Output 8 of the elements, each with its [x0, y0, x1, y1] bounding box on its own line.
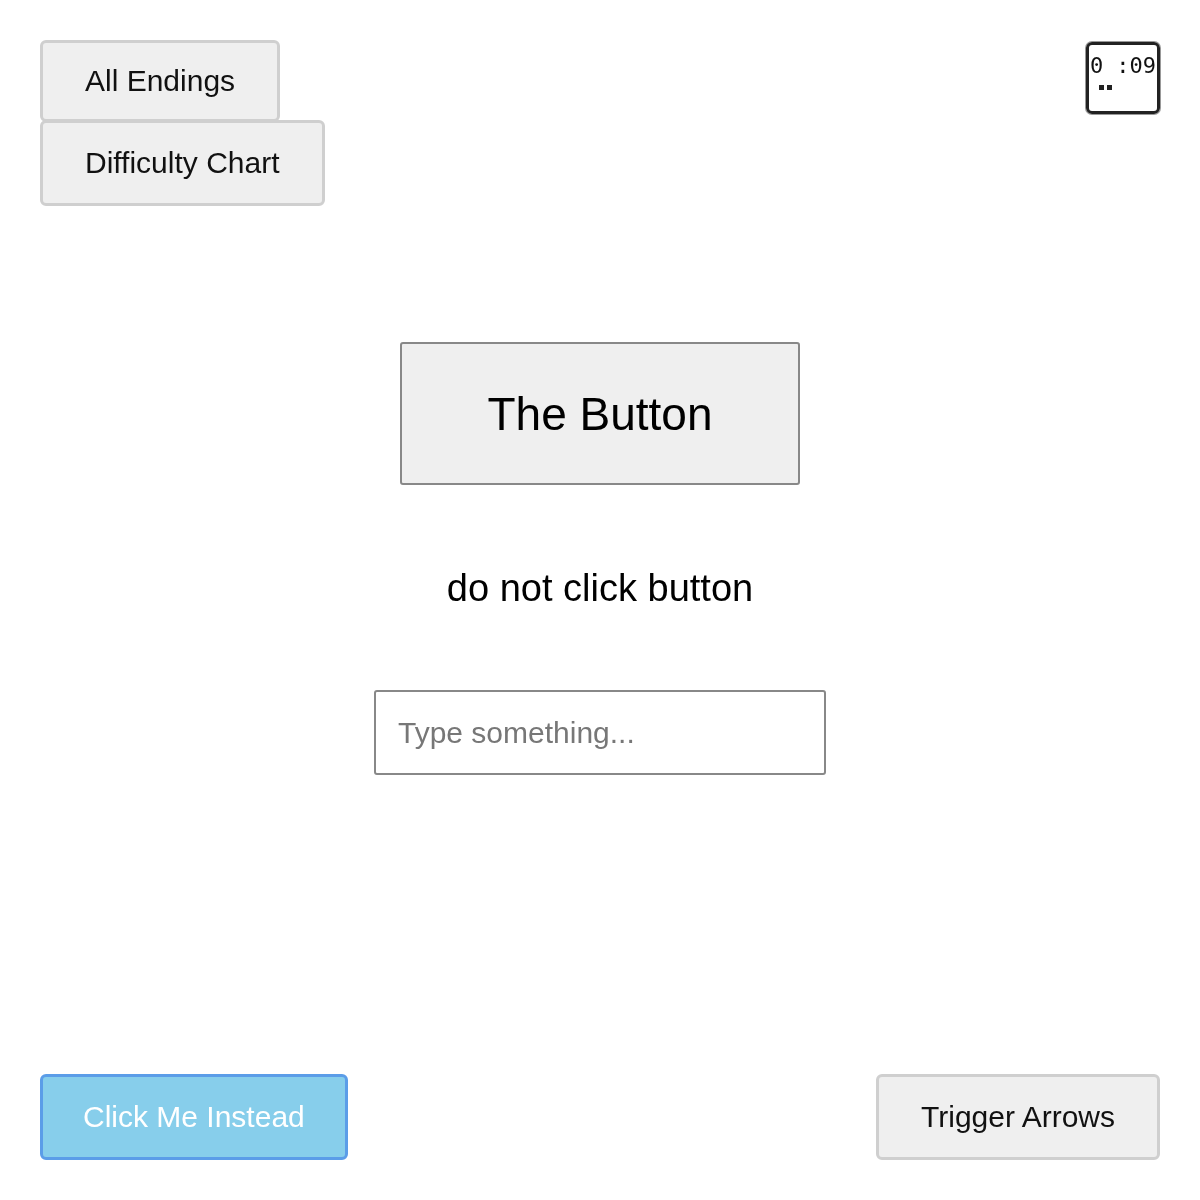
menu-button[interactable]: All Endings: [40, 40, 281, 122]
instruction-text: do not click button: [446, 567, 754, 610]
action-button[interactable]: Trigger Arrows: [876, 1074, 1160, 1160]
menu-button[interactable]: Difficulty Chart: [40, 120, 325, 206]
dots-icon: [1099, 85, 1113, 91]
timer-text: 0 :09: [1089, 55, 1157, 77]
input-field[interactable]: Type something...: [374, 690, 826, 775]
the-button[interactable]: The Button: [400, 342, 800, 485]
